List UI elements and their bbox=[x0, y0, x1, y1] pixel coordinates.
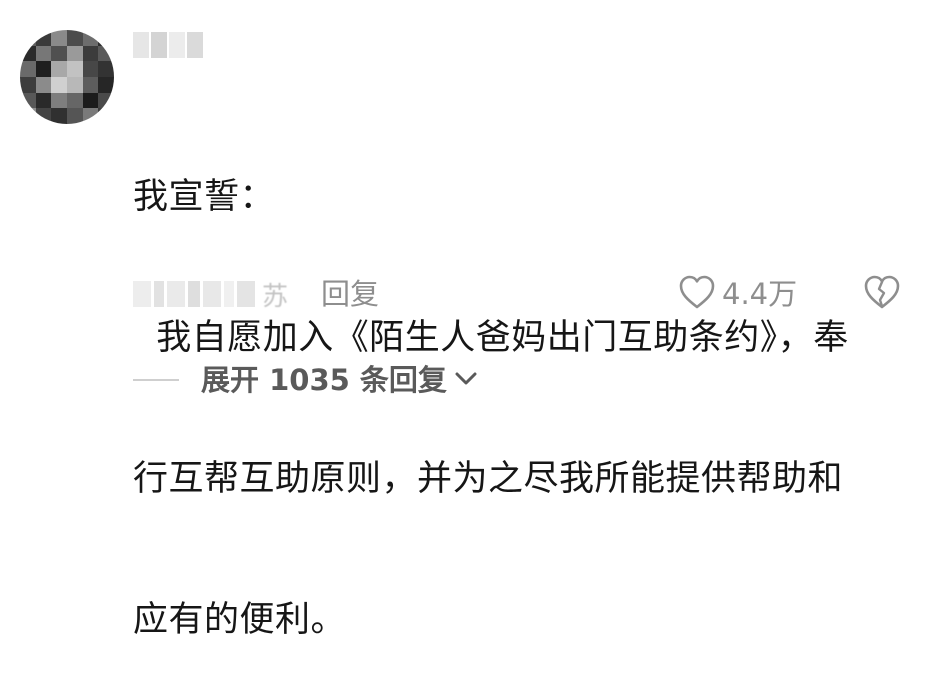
reply-button[interactable]: 回复 bbox=[321, 276, 379, 312]
comment-line: 应有的便利。 bbox=[133, 600, 347, 640]
time-location-blurred: 苏 bbox=[133, 278, 289, 312]
comment-meta: 苏 回复 4.4万 bbox=[133, 272, 913, 316]
avatar[interactable] bbox=[20, 30, 114, 124]
like-count: 4.4万 bbox=[722, 277, 798, 311]
comment-line: 行互帮互助原则，并为之尽我所能提供帮助和 bbox=[133, 459, 844, 499]
location-label: 苏 bbox=[262, 281, 289, 312]
dislike-button[interactable] bbox=[863, 274, 901, 314]
chevron-down-icon bbox=[453, 368, 479, 392]
like-button[interactable]: 4.4万 bbox=[678, 274, 797, 314]
expand-replies-button[interactable]: 展开 1035 条回复 bbox=[201, 360, 479, 400]
expand-replies-row: 展开 1035 条回复 bbox=[133, 360, 479, 400]
broken-heart-icon bbox=[863, 275, 901, 314]
expand-replies-label: 展开 1035 条回复 bbox=[201, 363, 447, 397]
heart-outline-icon bbox=[678, 274, 716, 314]
divider-line bbox=[133, 379, 179, 381]
comment-line: 我自愿加入《陌生人爸妈出门互助条约》，奉 bbox=[133, 318, 849, 358]
comment-line: 我宣誓： bbox=[133, 177, 276, 217]
username-blurred[interactable] bbox=[133, 32, 203, 58]
